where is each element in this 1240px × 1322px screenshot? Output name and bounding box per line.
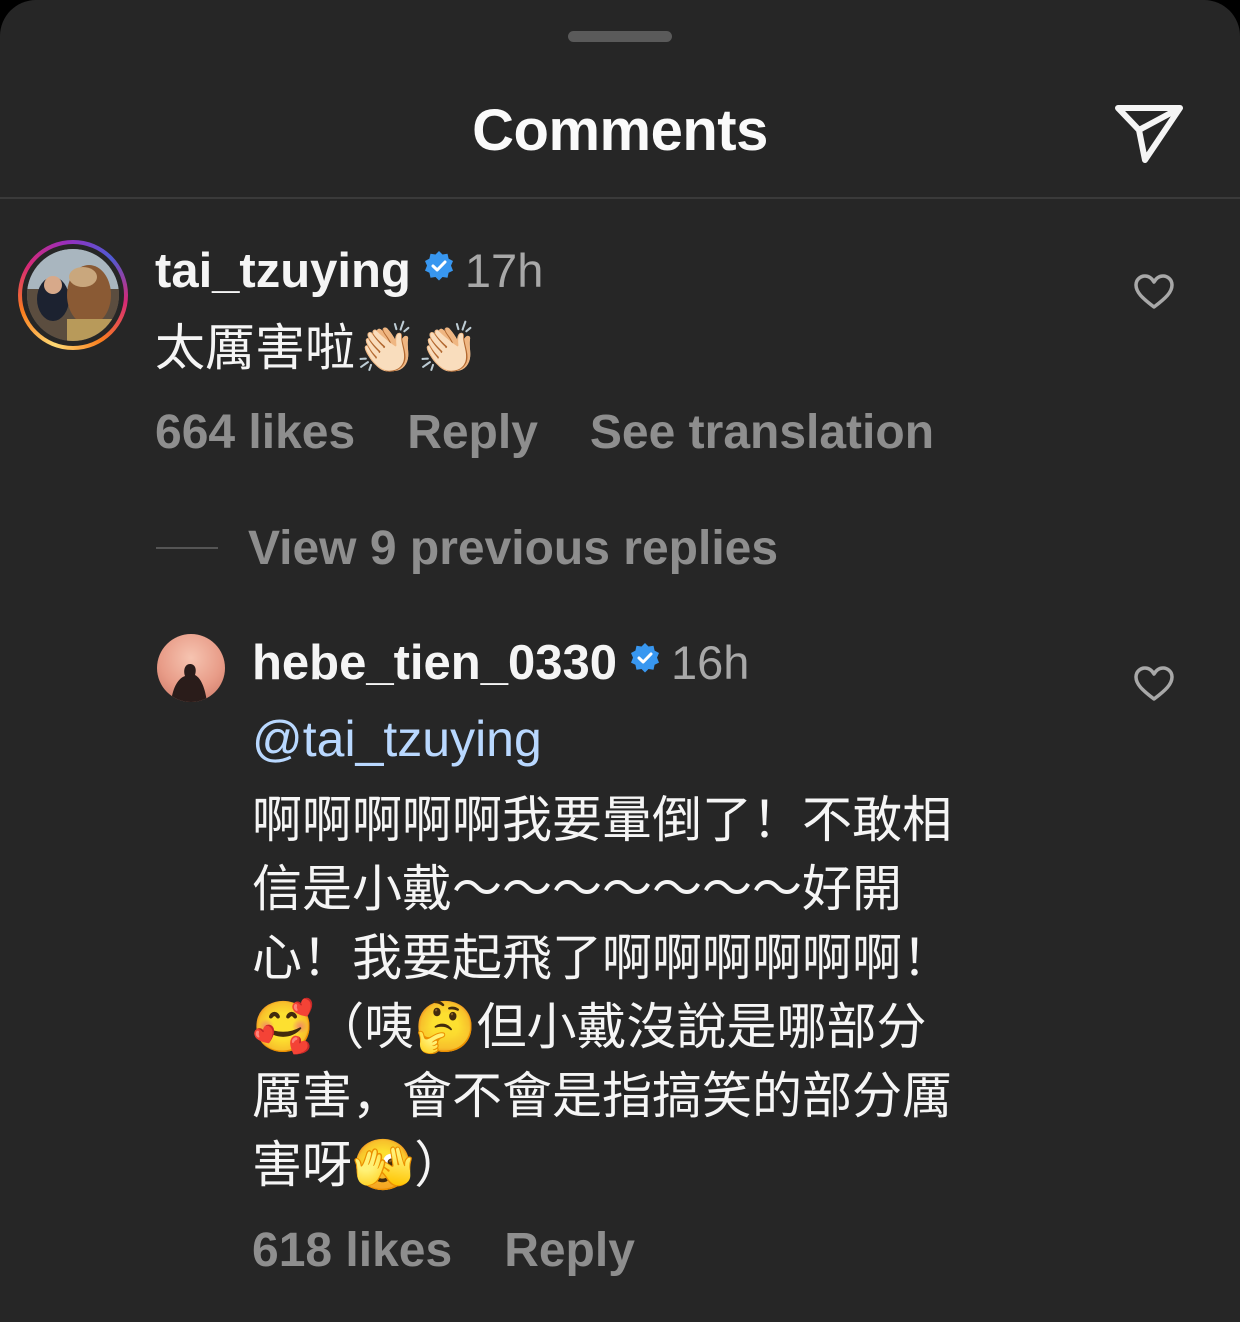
likes-count[interactable]: 618 likes xyxy=(252,1224,452,1277)
share-icon[interactable] xyxy=(1110,98,1186,168)
see-translation-button[interactable]: See translation xyxy=(590,406,934,459)
view-previous-replies-button[interactable]: View 9 previous replies xyxy=(156,520,778,576)
view-replies-label: View 9 previous replies xyxy=(248,521,779,575)
timestamp: 17h xyxy=(464,244,544,297)
avatar[interactable] xyxy=(157,634,225,702)
comment-text: 啊啊啊啊啊我要暈倒了！不敢相 信是小戴～～～～～～～好開 心！我要起飛了啊啊啊啊… xyxy=(252,791,952,1194)
reply-header: hebe_tien_0330 16h xyxy=(252,632,749,711)
header-divider xyxy=(0,197,1240,199)
comment-header: tai_tzuying 17h xyxy=(155,240,543,319)
comment-text: 太厲害啦👏🏻👏🏻 xyxy=(155,319,480,377)
comment-actions: 618 likes Reply xyxy=(252,1222,687,1280)
comment-actions: 664 likes Reply See translation xyxy=(155,404,986,462)
reply-button[interactable]: Reply xyxy=(504,1224,635,1277)
replies-divider-line xyxy=(156,547,218,549)
verified-badge-icon xyxy=(629,639,661,701)
page-title: Comments xyxy=(472,98,768,163)
likes-count[interactable]: 664 likes xyxy=(155,406,355,459)
like-heart-icon[interactable] xyxy=(1134,666,1174,702)
username[interactable]: tai_tzuying xyxy=(155,244,411,298)
username[interactable]: hebe_tien_0330 xyxy=(252,636,617,690)
sheet-grabber[interactable] xyxy=(568,31,672,42)
mention-link[interactable]: @tai_tzuying xyxy=(252,706,542,772)
avatar[interactable] xyxy=(18,240,128,350)
timestamp: 16h xyxy=(671,636,750,689)
like-heart-icon[interactable] xyxy=(1134,274,1174,310)
verified-badge-icon xyxy=(423,247,455,309)
reply-button[interactable]: Reply xyxy=(407,406,538,459)
comments-sheet: Comments tai_tzuying 17h 太厲害啦👏🏻👏🏻 664 lik… xyxy=(0,0,1240,1322)
